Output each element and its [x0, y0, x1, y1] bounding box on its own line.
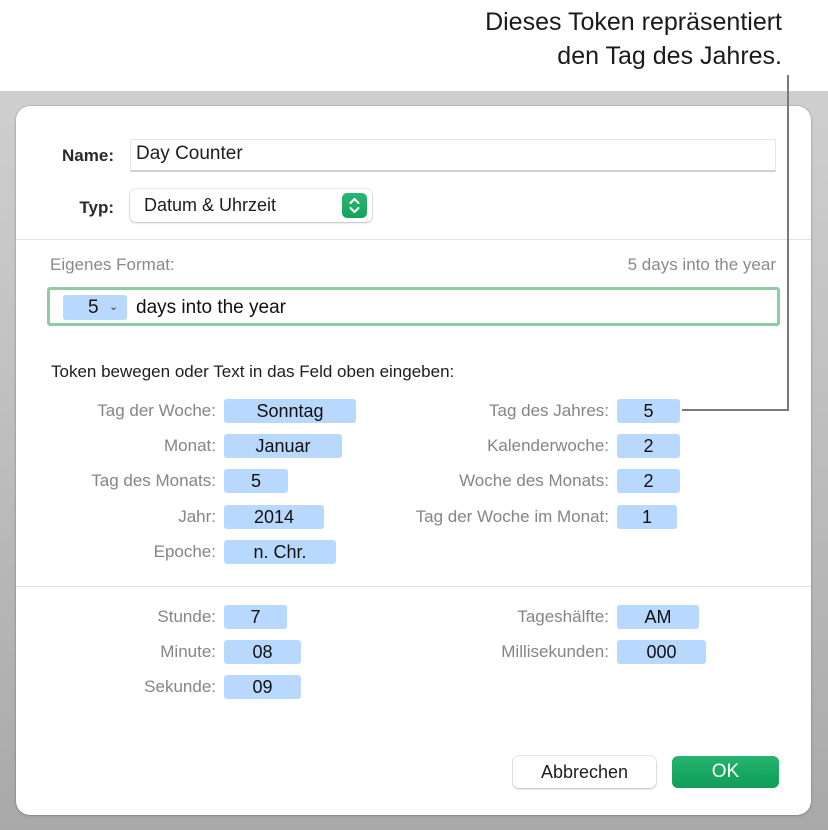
- type-label: Typ:: [79, 198, 114, 217]
- section-divider: [16, 239, 811, 240]
- token-month[interactable]: Januar: [224, 434, 342, 458]
- cancel-button[interactable]: Abbrechen: [513, 756, 656, 788]
- name-input[interactable]: Day Counter: [130, 139, 776, 172]
- callout-leader-line: [682, 409, 789, 411]
- up-down-chevron-icon: [342, 193, 367, 218]
- token-label-am-pm: Tageshälfte:: [517, 607, 609, 626]
- token-label-month: Monat:: [164, 436, 216, 455]
- token-label-second: Sekunde:: [144, 677, 216, 696]
- token-label-minute: Minute:: [160, 642, 216, 661]
- token-label-year: Jahr:: [178, 507, 216, 526]
- token-label-calendar-week: Kalenderwoche:: [487, 436, 609, 455]
- section-divider: [16, 586, 811, 587]
- token-label-day-of-month: Tag des Monats:: [91, 471, 216, 490]
- token-calendar-week[interactable]: 2: [617, 434, 680, 458]
- token-era[interactable]: n. Chr.: [224, 540, 336, 564]
- custom-format-field[interactable]: 5 ⌄ days into the year: [47, 287, 780, 326]
- format-field-text: days into the year: [136, 297, 286, 318]
- name-label: Name:: [62, 146, 114, 165]
- callout-leader-line: [787, 75, 789, 411]
- callout-annotation: Dieses Token repräsentiert den Tag des J…: [382, 5, 782, 73]
- chevron-down-icon[interactable]: ⌄: [109, 295, 118, 320]
- token-label-weekday-in-month: Tag der Woche im Monat:: [415, 507, 609, 526]
- type-popup-button[interactable]: Datum & Uhrzeit: [130, 189, 372, 222]
- format-token-value: 5: [88, 297, 99, 318]
- custom-format-label: Eigenes Format:: [50, 255, 175, 274]
- format-preview: 5 days into the year: [627, 255, 776, 274]
- token-week-of-month[interactable]: 2: [617, 469, 680, 493]
- token-label-week-of-month: Woche des Monats:: [459, 471, 609, 490]
- callout-line-1: Dieses Token repräsentiert: [485, 8, 782, 36]
- token-label-day-of-week: Tag der Woche:: [97, 401, 216, 420]
- token-label-hour: Stunde:: [157, 607, 216, 626]
- token-am-pm[interactable]: AM: [617, 605, 699, 629]
- token-instructions: Token bewegen oder Text in das Feld oben…: [51, 362, 455, 381]
- type-value: Datum & Uhrzeit: [144, 195, 277, 215]
- token-label-era: Epoche:: [153, 542, 216, 561]
- token-label-milliseconds: Millisekunden:: [501, 642, 609, 661]
- token-milliseconds[interactable]: 000: [617, 640, 706, 664]
- format-token-day-of-year[interactable]: 5 ⌄: [63, 295, 127, 320]
- token-year[interactable]: 2014: [224, 505, 324, 529]
- token-day-of-month[interactable]: 5: [224, 469, 288, 493]
- token-day-of-year[interactable]: 5: [617, 399, 680, 423]
- token-weekday-in-month[interactable]: 1: [617, 505, 677, 529]
- token-day-of-week[interactable]: Sonntag: [224, 399, 356, 423]
- token-hour[interactable]: 7: [224, 605, 287, 629]
- token-second[interactable]: 09: [224, 675, 301, 699]
- ok-button[interactable]: OK: [672, 756, 779, 788]
- token-label-day-of-year: Tag des Jahres:: [488, 401, 609, 420]
- token-minute[interactable]: 08: [224, 640, 301, 664]
- callout-line-2: den Tag des Jahres.: [557, 42, 782, 70]
